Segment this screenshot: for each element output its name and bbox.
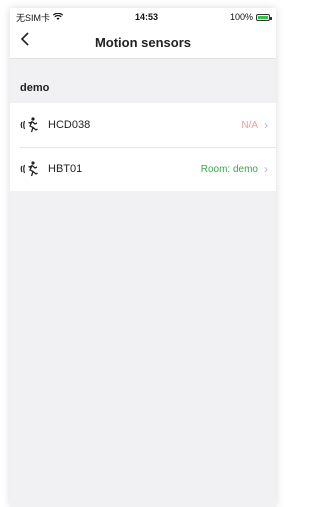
battery-percent: 100% (229, 12, 253, 22)
back-button[interactable] (20, 30, 30, 52)
section-title: demo (20, 82, 50, 94)
motion-sensor-icon (20, 117, 38, 133)
wifi-icon (53, 13, 64, 20)
chevron-right-icon: › (264, 118, 268, 132)
list-item-sensor-1[interactable]: HCD038 N/A › (10, 103, 276, 147)
status-right: 100% (229, 12, 272, 22)
page-title: Motion sensors (94, 34, 192, 50)
status-left: 无SIM卡 (16, 11, 64, 24)
battery-icon (255, 13, 272, 21)
chevron-right-icon: › (264, 162, 268, 176)
list-item-sensor-2[interactable]: HBT01 Room: demo › (10, 147, 276, 191)
chevron-left-icon (20, 32, 29, 46)
sensor-room: Room: demo (200, 163, 258, 175)
phone-screen: 无SIM卡 14:53 100% Motion sensors demo HCD… (10, 8, 276, 507)
time-label: 14:53 (134, 12, 158, 22)
carrier-label: 无SIM卡 (16, 12, 51, 23)
sensor-status: N/A (241, 119, 258, 131)
sensor-name: HCD038 (48, 119, 91, 131)
sensor-list: HCD038 N/A › HBT01 Room: demo › (10, 103, 276, 191)
status-bar: 无SIM卡 14:53 100% (10, 8, 276, 26)
sensor-name: HBT01 (48, 163, 83, 175)
motion-sensor-icon (20, 161, 38, 177)
nav-bar: Motion sensors (10, 26, 276, 59)
